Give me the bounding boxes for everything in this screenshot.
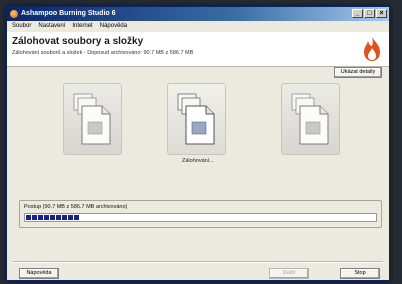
close-button[interactable]: × <box>376 9 387 18</box>
progress-group: Postup (90.7 MB z 586.7 MB archivováno) <box>19 200 382 228</box>
backup-status-label: Zálohování... <box>182 158 214 164</box>
help-button[interactable]: Nápověda <box>19 268 59 279</box>
progress-fill <box>26 215 80 220</box>
footer-divider <box>13 261 383 263</box>
next-button[interactable]: Další <box>269 268 309 279</box>
document-stack-icon <box>73 93 111 145</box>
window-title: Ashampoo Burning Studio 6 <box>21 10 116 17</box>
document-stack-icon <box>177 93 215 145</box>
progress-bar <box>24 213 377 222</box>
document-stack-icon <box>291 93 329 145</box>
app-window: Ashampoo Burning Studio 6 _ □ × Soubor N… <box>6 6 390 281</box>
window-controls: _ □ × <box>352 9 387 18</box>
menu-internet[interactable]: Internet <box>72 21 92 32</box>
flame-icon <box>364 37 380 61</box>
backup-progress-card <box>167 83 226 155</box>
minimize-button[interactable]: _ <box>352 9 363 18</box>
menu-file[interactable]: Soubor <box>12 21 31 32</box>
menu-bar: Soubor Nastavení Internet Nápověda <box>7 21 389 32</box>
source-files-card <box>63 83 122 155</box>
page-header: Zálohovat soubory a složky Zálohování so… <box>7 32 389 67</box>
title-bar[interactable]: Ashampoo Burning Studio 6 _ □ × <box>7 7 389 21</box>
show-details-button[interactable]: Ukázat detaily <box>334 67 382 78</box>
progress-label: Postup (90.7 MB z 586.7 MB archivováno) <box>24 204 128 210</box>
stop-button[interactable]: Stop <box>340 268 380 279</box>
destination-card <box>281 83 340 155</box>
maximize-button[interactable]: □ <box>364 9 375 18</box>
menu-settings[interactable]: Nastavení <box>38 21 65 32</box>
app-icon <box>10 10 18 18</box>
menu-help[interactable]: Nápověda <box>100 21 127 32</box>
page-subtitle: Zálohování souborů a složek - Doposud ar… <box>12 50 194 56</box>
page-title: Zálohovat soubory a složky <box>12 36 144 47</box>
